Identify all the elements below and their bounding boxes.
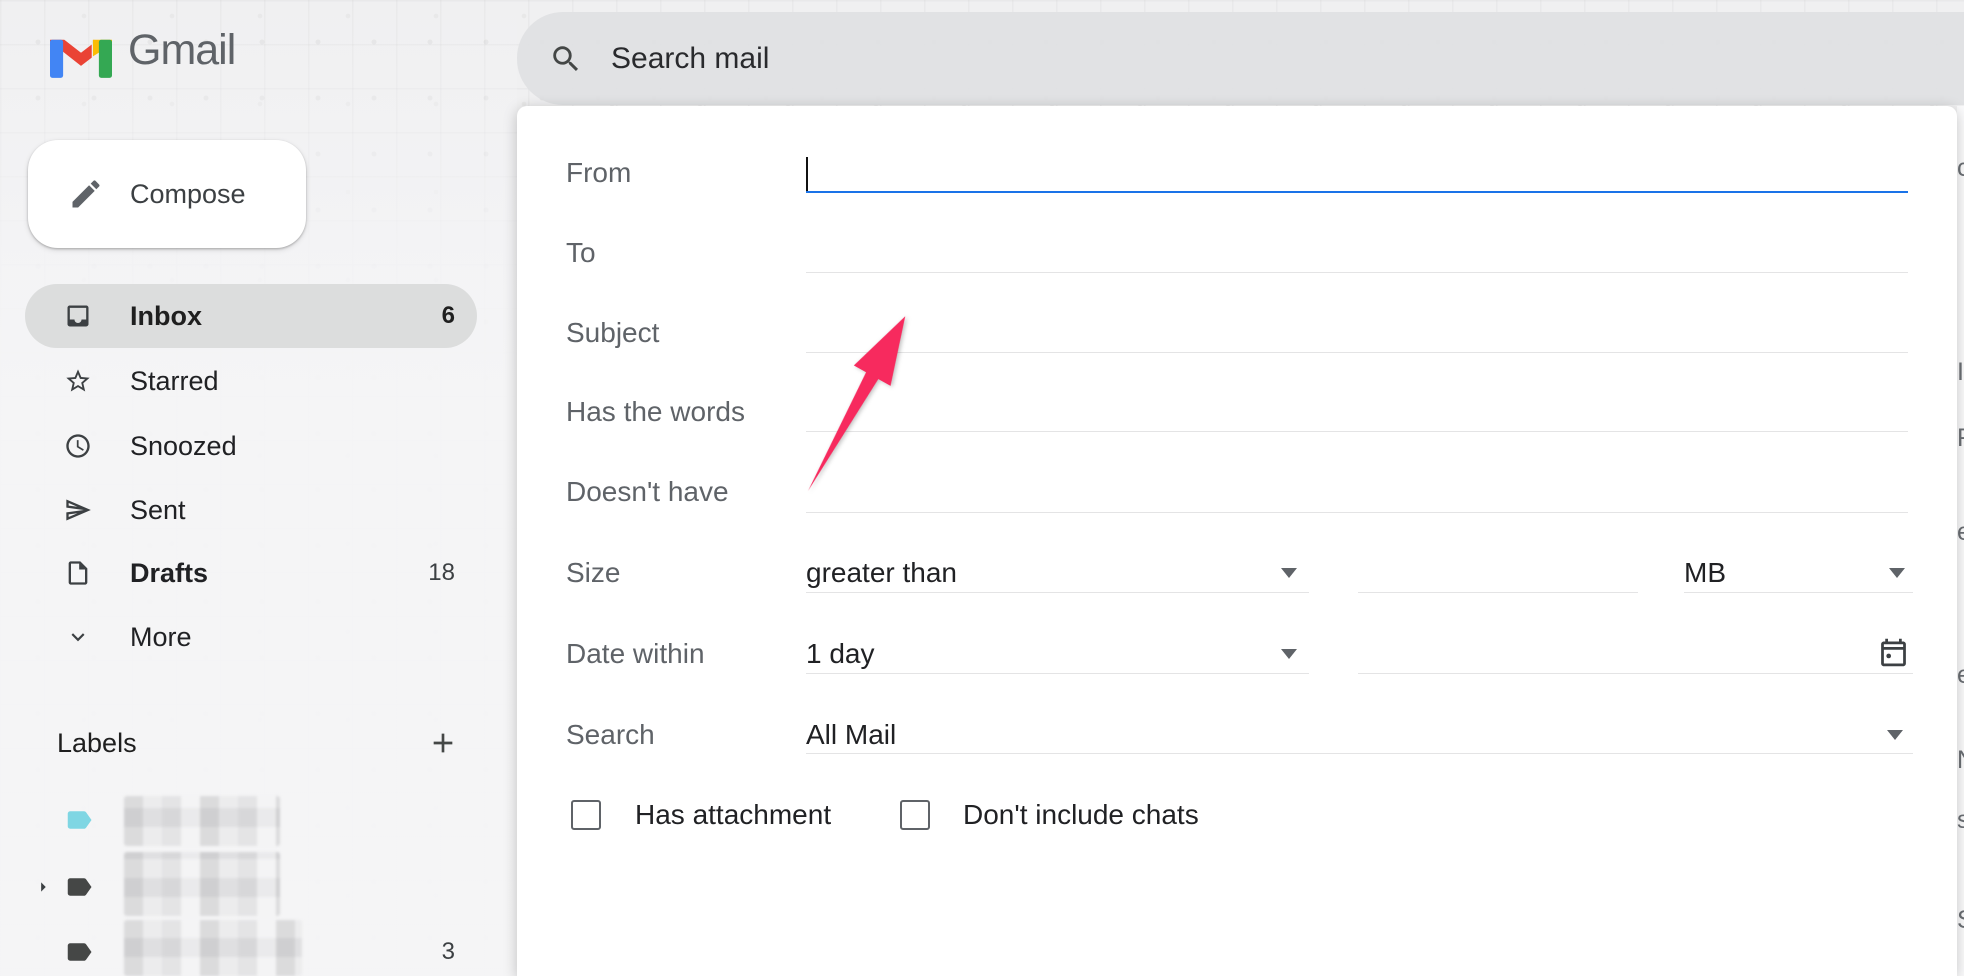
to-label: To bbox=[566, 237, 596, 269]
size-unit-underline bbox=[1684, 592, 1913, 593]
drafts-count-badge: 18 bbox=[428, 559, 455, 587]
sidebar-item-label: More bbox=[130, 622, 455, 653]
redacted-label-name bbox=[124, 920, 302, 976]
sidebar-item-snoozed[interactable]: Snoozed bbox=[25, 414, 477, 478]
dropdown-arrow-icon bbox=[1281, 568, 1297, 578]
clipped-text-fragment: e bbox=[1957, 518, 1964, 547]
clock-icon bbox=[64, 432, 92, 460]
size-amount-underline bbox=[1358, 592, 1638, 593]
advanced-search-panel: From To Subject Has the words Doesn't ha… bbox=[517, 106, 1957, 976]
subject-input[interactable] bbox=[810, 314, 1905, 350]
label-count-badge: 3 bbox=[442, 938, 455, 966]
clipped-text-fragment: S bbox=[1957, 906, 1964, 935]
sidebar-item-drafts[interactable]: Drafts 18 bbox=[25, 541, 477, 605]
size-operator-value: greater than bbox=[806, 557, 957, 589]
date-underline bbox=[1358, 673, 1913, 674]
clipped-text-fragment: I bbox=[1957, 358, 1964, 387]
redacted-label-name bbox=[124, 852, 280, 916]
size-unit-value: MB bbox=[1684, 557, 1726, 589]
doesnt-have-underline bbox=[806, 512, 1908, 513]
search-scope-underline bbox=[806, 753, 1913, 754]
expand-arrow-icon[interactable] bbox=[32, 876, 54, 898]
subject-label: Subject bbox=[566, 317, 659, 349]
sidebar-item-label: Starred bbox=[130, 366, 455, 397]
label-tag-icon bbox=[64, 805, 94, 835]
label-tag-icon bbox=[64, 937, 94, 967]
dropdown-arrow-icon bbox=[1281, 649, 1297, 659]
date-within-label: Date within bbox=[566, 638, 705, 670]
from-underline-focused bbox=[806, 191, 1908, 193]
label-tag-icon bbox=[64, 872, 94, 902]
has-words-label: Has the words bbox=[566, 396, 745, 428]
dropdown-arrow-icon bbox=[1887, 730, 1903, 740]
search-scope-label: Search bbox=[566, 719, 655, 751]
date-range-underline bbox=[806, 673, 1309, 674]
has-words-input[interactable] bbox=[810, 393, 1905, 429]
dropdown-arrow-icon bbox=[1889, 568, 1905, 578]
size-amount-input[interactable] bbox=[1362, 554, 1632, 590]
sidebar-item-inbox[interactable]: Inbox 6 bbox=[25, 284, 477, 348]
inbox-icon bbox=[64, 302, 92, 330]
clipped-text-fragment: F bbox=[1957, 424, 1964, 453]
sidebar-item-more[interactable]: More bbox=[25, 605, 477, 669]
compose-label: Compose bbox=[130, 179, 246, 210]
from-input[interactable] bbox=[810, 154, 1905, 190]
search-input[interactable] bbox=[609, 41, 1513, 77]
from-label: From bbox=[566, 157, 631, 189]
sidebar-item-label: Drafts bbox=[130, 558, 428, 589]
search-bar[interactable] bbox=[517, 12, 1964, 105]
clipped-text-fragment: N bbox=[1957, 746, 1964, 775]
gmail-logo-icon[interactable] bbox=[50, 30, 112, 78]
to-input[interactable] bbox=[810, 234, 1905, 270]
unread-count-badge: 6 bbox=[442, 302, 455, 330]
has-attachment-checkbox[interactable] bbox=[571, 800, 601, 830]
search-scope-value: All Mail bbox=[806, 719, 896, 751]
redacted-label-name bbox=[124, 796, 280, 846]
calendar-icon[interactable] bbox=[1877, 636, 1910, 674]
date-input[interactable] bbox=[1362, 635, 1862, 671]
plus-icon bbox=[427, 747, 459, 762]
underlying-page-edge: c I F e e N s S bbox=[1957, 106, 1964, 976]
chevron-down-icon bbox=[64, 623, 92, 651]
clipped-text-fragment: e bbox=[1957, 661, 1964, 690]
date-range-value: 1 day bbox=[806, 638, 875, 670]
clipped-text-fragment: s bbox=[1957, 806, 1964, 835]
size-label: Size bbox=[566, 557, 620, 589]
has-attachment-label: Has attachment bbox=[635, 799, 831, 831]
has-words-underline bbox=[806, 431, 1908, 432]
text-cursor bbox=[806, 157, 808, 191]
sidebar-item-label: Sent bbox=[130, 495, 455, 526]
create-label-button[interactable] bbox=[425, 726, 461, 762]
doesnt-have-label: Doesn't have bbox=[566, 476, 729, 508]
sidebar-item-label: Snoozed bbox=[130, 431, 455, 462]
subject-underline bbox=[806, 352, 1908, 353]
sidebar-item-starred[interactable]: Starred bbox=[25, 349, 477, 413]
compose-button[interactable]: Compose bbox=[28, 140, 306, 248]
clipped-text-fragment: c bbox=[1957, 154, 1964, 183]
dont-include-chats-checkbox[interactable] bbox=[900, 800, 930, 830]
pencil-icon bbox=[68, 176, 104, 212]
dont-include-chats-label: Don't include chats bbox=[963, 799, 1199, 831]
labels-heading: Labels bbox=[57, 728, 137, 759]
sidebar-item-label: Inbox bbox=[130, 301, 442, 332]
draft-icon bbox=[64, 559, 92, 587]
gmail-advanced-search-screen: Gmail Compose Inbox 6 Starred Snoozed bbox=[0, 0, 1964, 976]
sidebar-item-sent[interactable]: Sent bbox=[25, 478, 477, 542]
doesnt-have-input[interactable] bbox=[810, 473, 1905, 509]
search-icon[interactable] bbox=[549, 42, 583, 76]
to-underline bbox=[806, 272, 1908, 273]
send-icon bbox=[64, 496, 92, 524]
size-operator-underline bbox=[806, 592, 1309, 593]
star-icon bbox=[64, 367, 92, 395]
gmail-wordmark: Gmail bbox=[128, 26, 235, 75]
